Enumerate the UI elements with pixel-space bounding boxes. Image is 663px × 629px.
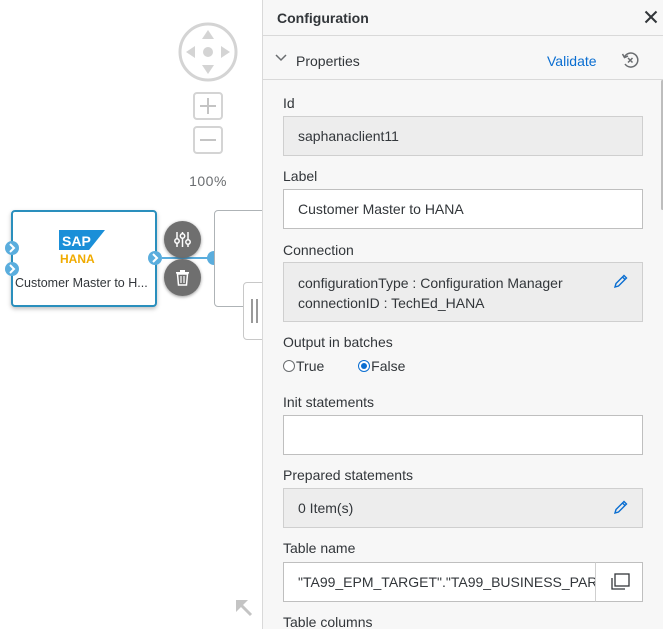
zoom-out-button[interactable] — [193, 126, 223, 154]
validate-link[interactable]: Validate — [547, 53, 597, 69]
table-name-input[interactable]: "TA99_EPM_TARGET"."TA99_BUSINESS_PARTNER… — [283, 562, 596, 602]
connection-label: Connection — [283, 242, 354, 258]
id-field: saphanaclient11 — [283, 116, 643, 156]
table-name-label: Table name — [283, 540, 356, 556]
edit-connection-pencil-icon[interactable] — [613, 273, 629, 289]
sliders-icon — [174, 232, 191, 247]
plus-icon — [200, 98, 216, 114]
pipeline-canvas[interactable]: 100% SAP HANA Customer Master to H... — [0, 0, 262, 629]
init-statements-label: Init statements — [283, 394, 375, 410]
chevron-right-icon — [152, 253, 159, 263]
panel-resize-handle[interactable] — [243, 282, 262, 340]
chevron-right-icon — [9, 243, 16, 253]
prepared-statements-label: Prepared statements — [283, 467, 413, 483]
id-label: Id — [283, 95, 295, 111]
radio-true[interactable]: True — [283, 357, 324, 374]
radio-false-circle[interactable] — [358, 360, 371, 373]
zoom-level-text: 100% — [189, 173, 227, 189]
connection-config-type: configurationType : Configuration Manage… — [298, 275, 563, 291]
node-configure-button[interactable] — [164, 221, 201, 258]
output-port[interactable] — [148, 251, 162, 265]
operator-node-hana-client[interactable]: SAP HANA Customer Master to H... — [11, 210, 157, 307]
browse-table-button[interactable] — [595, 562, 643, 602]
pan-arrows-icon — [178, 22, 238, 82]
pan-navigation-control[interactable] — [178, 22, 238, 82]
panel-title: Configuration — [277, 10, 369, 26]
radio-false[interactable]: False — [358, 357, 405, 374]
table-columns-label: Table columns — [283, 614, 373, 629]
label-input[interactable]: Customer Master to HANA — [283, 189, 643, 229]
output-in-batches-label: Output in batches — [283, 334, 393, 350]
chevron-right-icon — [9, 264, 16, 274]
sap-hana-logo-icon: SAP HANA — [59, 230, 105, 266]
properties-section-title: Properties — [296, 53, 360, 69]
properties-section-header[interactable]: Properties Validate — [263, 36, 663, 80]
reset-icon[interactable] — [621, 51, 639, 69]
svg-text:HANA: HANA — [60, 252, 95, 266]
close-icon[interactable] — [644, 10, 658, 24]
init-statements-input[interactable] — [283, 415, 643, 455]
configuration-panel: Configuration Properties Validate Id sap… — [262, 0, 663, 629]
copy-icon — [611, 573, 630, 590]
connection-field: configurationType : Configuration Manage… — [283, 262, 643, 322]
edit-prepared-statements-pencil-icon[interactable] — [613, 499, 629, 515]
input-port-2[interactable] — [5, 262, 19, 276]
zoom-in-button[interactable] — [193, 92, 223, 120]
trash-icon — [176, 270, 189, 286]
radio-true-circle[interactable] — [283, 360, 295, 373]
minus-icon — [200, 139, 216, 141]
svg-text:SAP: SAP — [62, 233, 91, 249]
chevron-down-icon[interactable] — [275, 54, 287, 62]
panel-header: Configuration — [263, 0, 663, 36]
label-label: Label — [283, 168, 318, 184]
operator-node-label: Customer Master to H... — [15, 276, 148, 290]
connection-id: connectionID : TechEd_HANA — [298, 295, 485, 311]
prepared-statements-field: 0 Item(s) — [283, 488, 643, 528]
output-in-batches-radio-group: True False — [283, 357, 405, 374]
arrow-up-left-icon[interactable] — [232, 596, 254, 618]
node-delete-button[interactable] — [164, 259, 201, 296]
input-port-1[interactable] — [5, 241, 19, 255]
